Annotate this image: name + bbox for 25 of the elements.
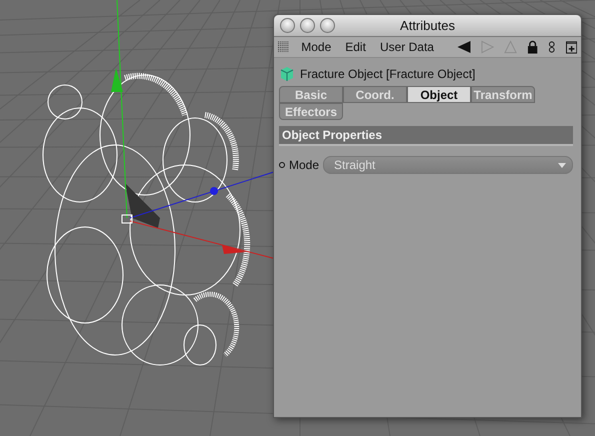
field-label: Mode [289,158,320,172]
caret-icon [558,162,566,168]
grip-icon[interactable] [278,41,290,53]
cube-icon [279,66,295,82]
tab[interactable]: Effectors [279,103,343,120]
menu-item[interactable]: Mode [299,40,334,54]
minimize-button[interactable] [300,18,315,33]
tab[interactable]: Transform [471,86,535,103]
back-arrow-icon[interactable] [456,40,471,54]
object-title: Fracture Object [Fracture Object] [300,67,476,81]
window-title: Attributes [400,18,455,33]
lock-icon[interactable] [527,40,538,54]
menu-item[interactable]: User Data [378,40,436,54]
link-icon[interactable] [548,40,556,54]
shape-drawing [125,183,160,228]
section-header: Object Properties [279,126,573,146]
tab[interactable]: Object [407,86,471,103]
tab[interactable]: Coord. [343,86,407,103]
new-panel-icon[interactable] [566,40,577,54]
menu-item[interactable]: Edit [343,40,368,54]
zoom-button[interactable] [320,18,335,33]
tab[interactable]: Basic [279,86,343,103]
close-button[interactable] [280,18,295,33]
dropdown[interactable]: Straight [323,156,573,174]
animate-dot-icon[interactable] [279,162,285,168]
